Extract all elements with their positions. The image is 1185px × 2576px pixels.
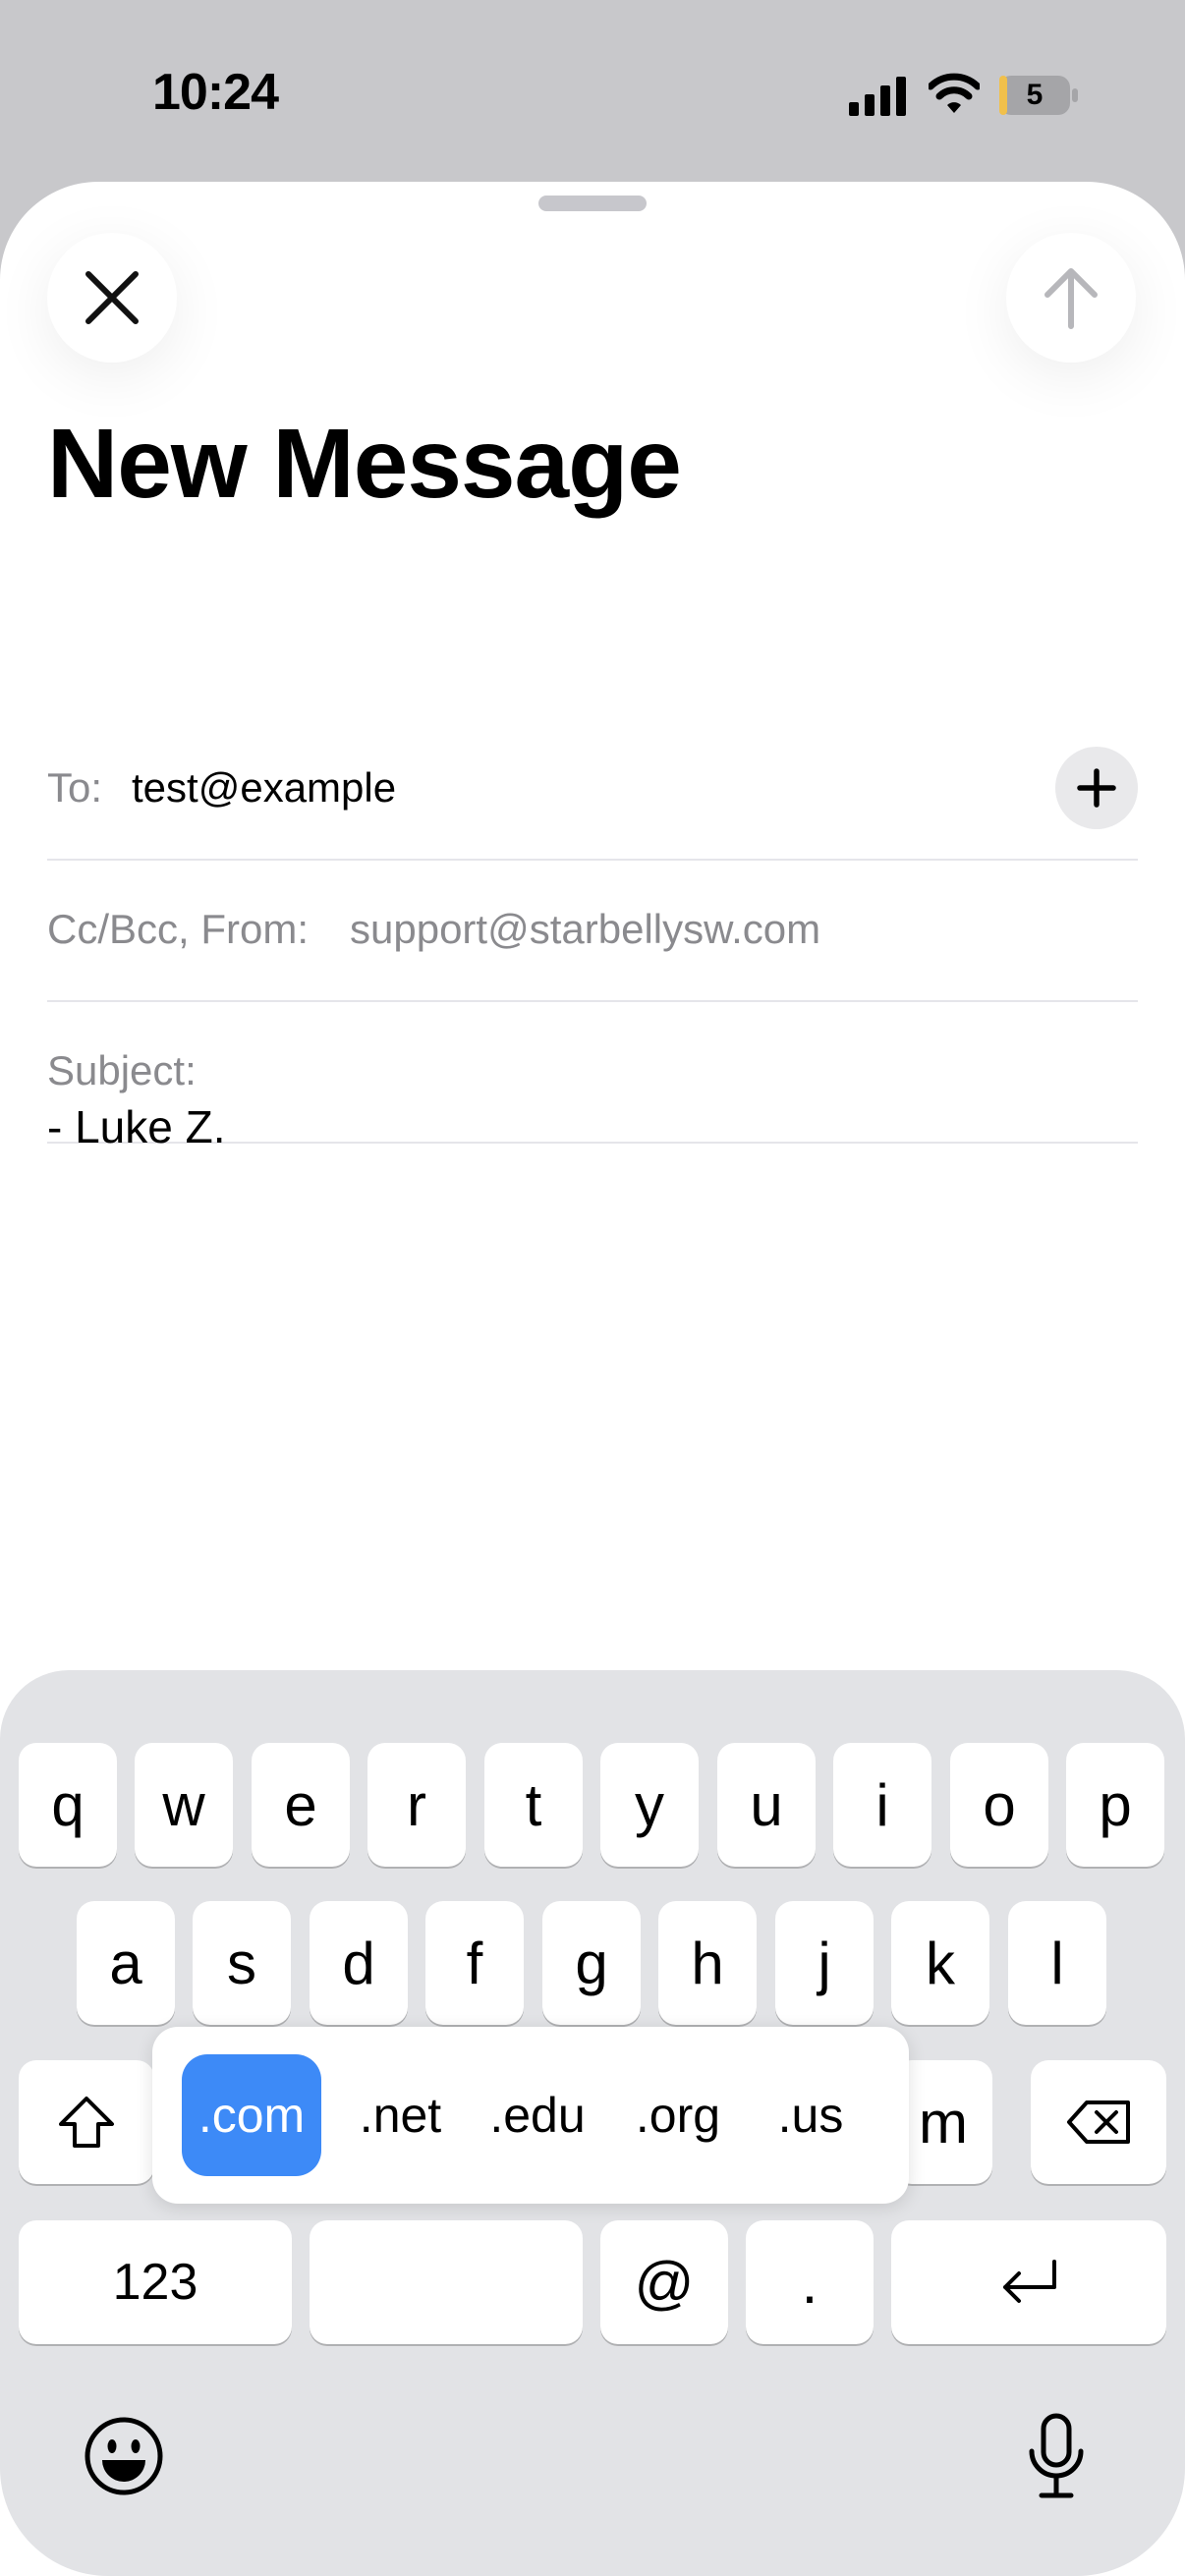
key-i[interactable]: i bbox=[833, 1743, 931, 1867]
sheet-grabber[interactable] bbox=[538, 196, 647, 211]
key-a[interactable]: a bbox=[77, 1901, 175, 2025]
key-g[interactable]: g bbox=[542, 1901, 641, 2025]
close-icon bbox=[85, 271, 139, 324]
close-button[interactable] bbox=[47, 233, 177, 363]
shift-key[interactable] bbox=[19, 2060, 154, 2184]
key-t[interactable]: t bbox=[484, 1743, 583, 1867]
numbers-key[interactable]: 123 bbox=[19, 2220, 292, 2344]
key-r[interactable]: r bbox=[367, 1743, 466, 1867]
keyboard: q w e r t y u i o p a s d f g h j k l m … bbox=[0, 1670, 1185, 2576]
suggestion-org[interactable]: .org bbox=[609, 2054, 747, 2176]
key-p[interactable]: p bbox=[1066, 1743, 1164, 1867]
wifi-icon bbox=[929, 73, 980, 113]
delete-key[interactable] bbox=[1031, 2060, 1166, 2184]
key-u[interactable]: u bbox=[717, 1743, 816, 1867]
plus-icon bbox=[1077, 768, 1116, 808]
space-key[interactable] bbox=[310, 2220, 583, 2344]
emoji-icon bbox=[85, 2417, 163, 2495]
return-key[interactable] bbox=[891, 2220, 1166, 2344]
key-q[interactable]: q bbox=[19, 1743, 117, 1867]
page-title: New Message bbox=[47, 409, 682, 519]
from-address[interactable]: support@starbellysw.com bbox=[350, 906, 820, 953]
status-time: 10:24 bbox=[152, 64, 279, 121]
battery-level: 5 bbox=[1026, 79, 1044, 111]
key-y[interactable]: y bbox=[600, 1743, 699, 1867]
key-e[interactable]: e bbox=[252, 1743, 350, 1867]
suggestion-edu[interactable]: .edu bbox=[469, 2054, 606, 2176]
to-input[interactable]: test@example bbox=[132, 764, 396, 812]
message-body-signature[interactable]: - Luke Z. bbox=[47, 1100, 226, 1153]
add-recipient-button[interactable] bbox=[1055, 747, 1138, 829]
battery-icon: 5 bbox=[998, 75, 1079, 116]
at-key[interactable]: @ bbox=[600, 2220, 728, 2344]
suggestion-com[interactable]: .com bbox=[182, 2054, 321, 2176]
suggestion-net[interactable]: .net bbox=[334, 2054, 467, 2176]
dot-key[interactable]: . bbox=[746, 2220, 874, 2344]
key-o[interactable]: o bbox=[950, 1743, 1048, 1867]
shift-icon bbox=[59, 2097, 114, 2148]
microphone-icon bbox=[1029, 2413, 1084, 2498]
key-j[interactable]: j bbox=[775, 1901, 874, 2025]
key-m[interactable]: m bbox=[894, 2060, 992, 2184]
cc-bcc-from-field[interactable]: Cc/Bcc, From: support@starbellysw.com bbox=[47, 859, 1138, 1002]
key-h[interactable]: h bbox=[658, 1901, 757, 2025]
domain-suggestions: .com .net .edu .org .us bbox=[152, 2027, 909, 2204]
delete-icon bbox=[1067, 2100, 1130, 2144]
suggestion-us[interactable]: .us bbox=[752, 2054, 870, 2176]
send-arrow-up-icon bbox=[1044, 268, 1098, 329]
key-w[interactable]: w bbox=[135, 1743, 233, 1867]
key-s[interactable]: s bbox=[193, 1901, 291, 2025]
emoji-button[interactable] bbox=[83, 2415, 165, 2497]
key-d[interactable]: d bbox=[310, 1901, 408, 2025]
key-f[interactable]: f bbox=[425, 1901, 524, 2025]
return-icon bbox=[1003, 2260, 1056, 2303]
dictation-button[interactable] bbox=[1022, 2409, 1091, 2503]
key-k[interactable]: k bbox=[891, 1901, 989, 2025]
cc-bcc-from-label: Cc/Bcc, From: bbox=[47, 906, 310, 952]
status-bar: 10:24 5 bbox=[0, 0, 1185, 187]
cellular-signal-icon bbox=[849, 77, 906, 116]
subject-label: Subject: bbox=[47, 1047, 197, 1093]
key-l[interactable]: l bbox=[1008, 1901, 1106, 2025]
send-button[interactable] bbox=[1006, 233, 1136, 363]
to-field[interactable]: To: test@example bbox=[47, 717, 1138, 861]
to-label: To: bbox=[47, 764, 103, 811]
